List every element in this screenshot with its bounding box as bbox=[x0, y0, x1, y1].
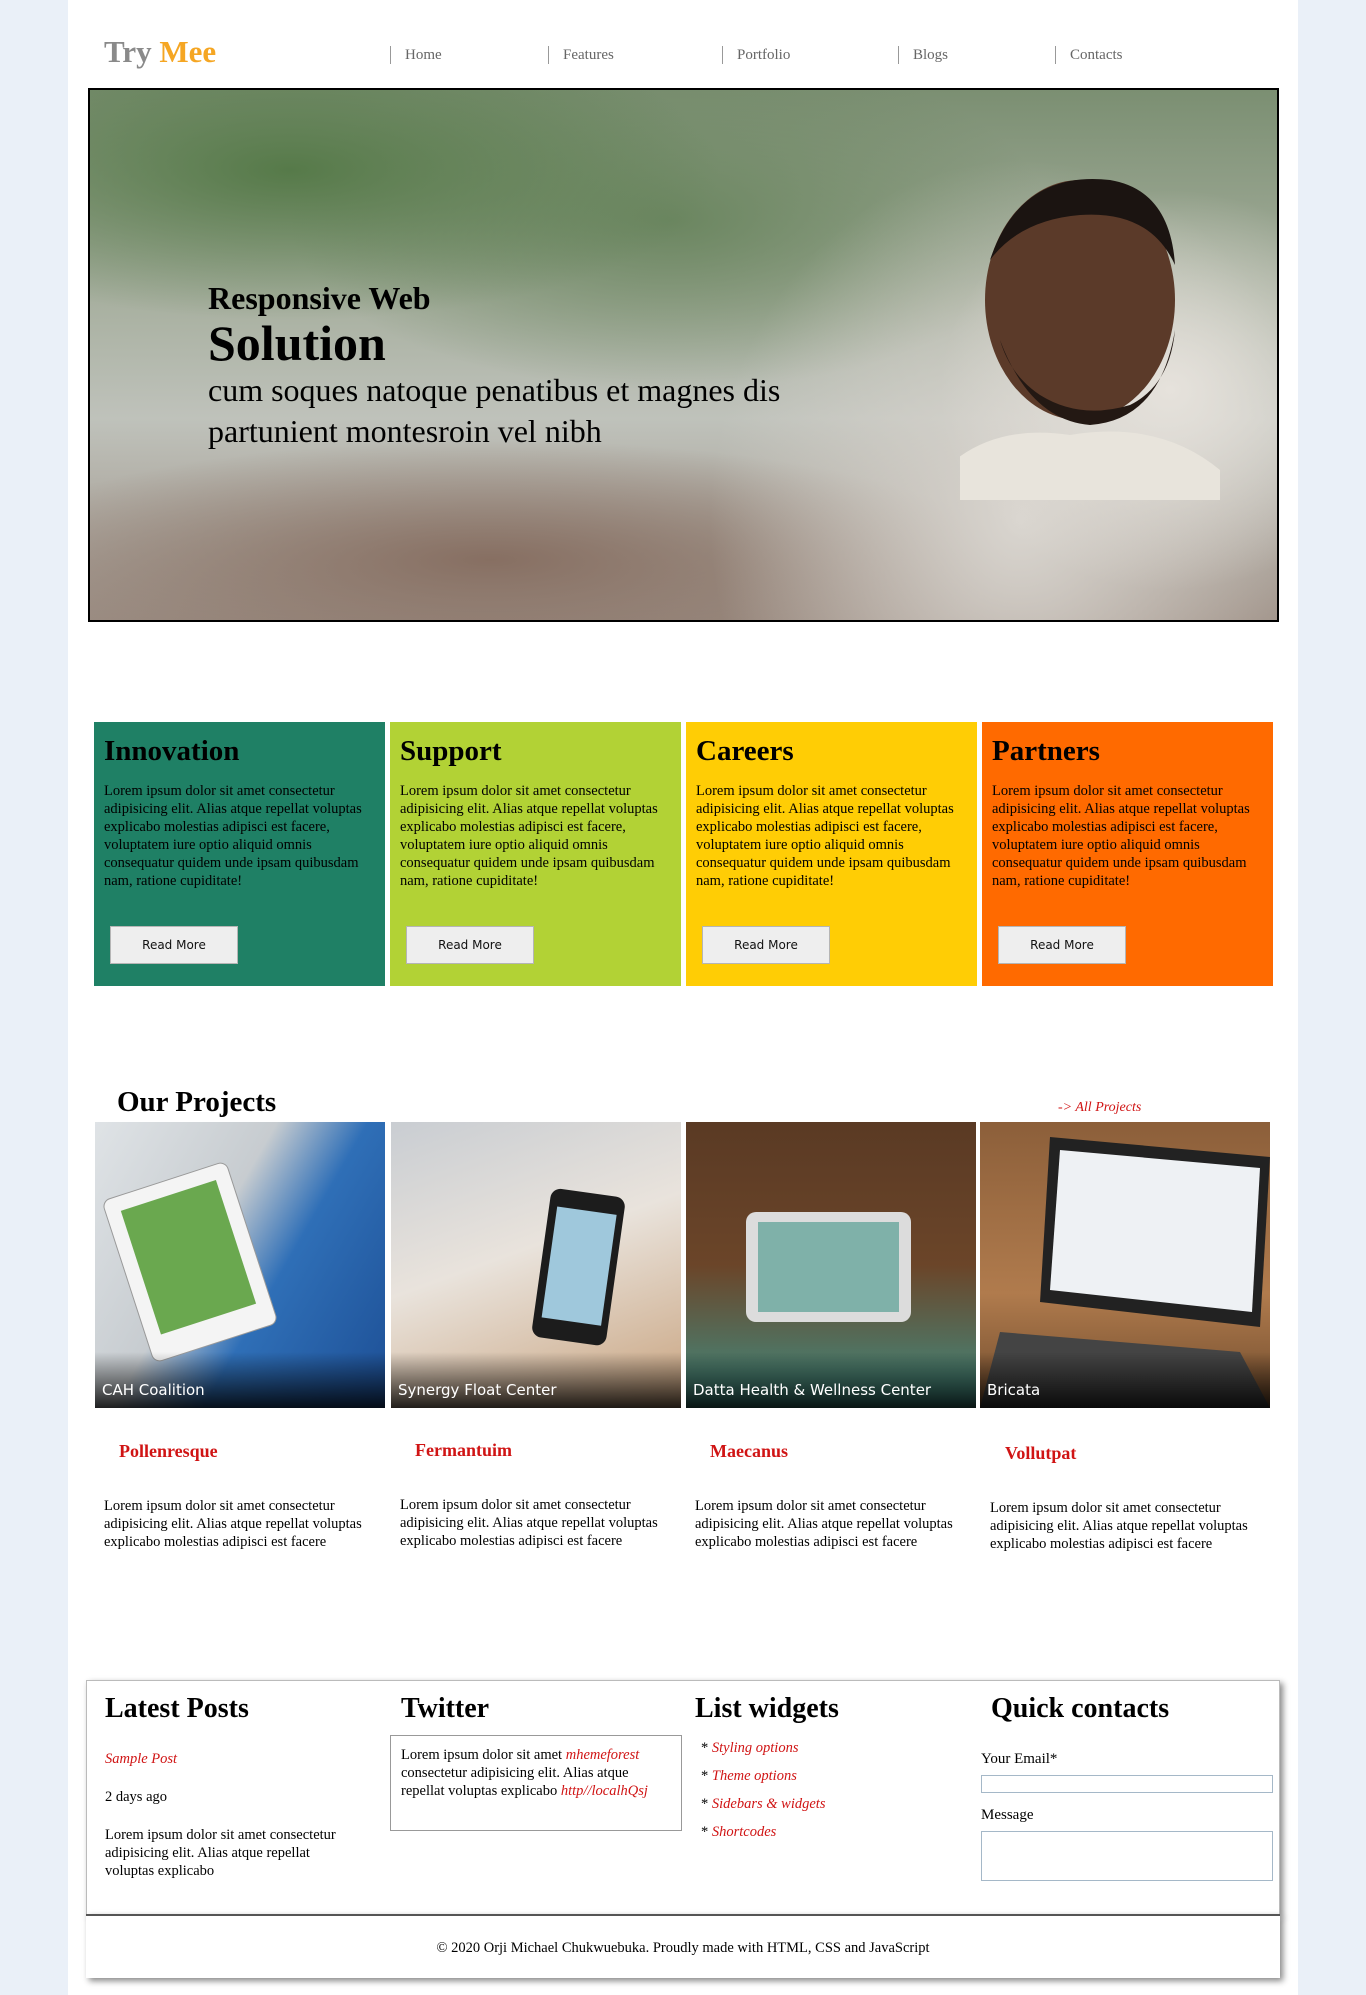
all-projects-link[interactable]: -> All Projects bbox=[1058, 1100, 1141, 1116]
project-name[interactable]: Vollutpat bbox=[1005, 1443, 1076, 1464]
hero-tagline: cum soques natoque penatibus et magnes d… bbox=[208, 372, 781, 449]
read-more-button[interactable]: Read More bbox=[702, 926, 830, 964]
hero-banner: Responsive Web Solution cum soques natoq… bbox=[88, 88, 1279, 622]
project-image-1[interactable]: CAH Coalition bbox=[95, 1122, 385, 1408]
list-link[interactable]: Theme options bbox=[712, 1768, 797, 1784]
quick-contacts-title: Quick contacts bbox=[991, 1693, 1170, 1724]
nav-portfolio[interactable]: Portfolio bbox=[722, 46, 790, 64]
page-footer: © 2020 Orji Michael Chukwuebuka. Proudly… bbox=[86, 1914, 1280, 1978]
feature-text: Lorem ipsum dolor sit amet consectetur a… bbox=[992, 783, 1250, 889]
email-field[interactable] bbox=[981, 1775, 1273, 1793]
nav-home[interactable]: Home bbox=[390, 46, 442, 64]
project-image-3[interactable]: Datta Health & Wellness Center bbox=[686, 1122, 976, 1408]
list-link[interactable]: Styling options bbox=[712, 1740, 799, 1756]
list-item: * Styling options bbox=[701, 1740, 799, 1756]
project-description: Lorem ipsum dolor sit amet consectetur a… bbox=[400, 1497, 658, 1549]
feature-partners: Partners Lorem ipsum dolor sit amet cons… bbox=[982, 722, 1273, 986]
feature-text: Lorem ipsum dolor sit amet consectetur a… bbox=[696, 783, 954, 889]
project-name[interactable]: Fermantuim bbox=[415, 1440, 512, 1461]
list-item: * Sidebars & widgets bbox=[701, 1796, 826, 1812]
project-description: Lorem ipsum dolor sit amet consectetur a… bbox=[695, 1498, 953, 1550]
feature-careers: Careers Lorem ipsum dolor sit amet conse… bbox=[686, 722, 977, 986]
hero-heading-small: Responsive Web bbox=[208, 280, 431, 316]
list-item: * Shortcodes bbox=[701, 1824, 777, 1840]
latest-posts-title: Latest Posts bbox=[105, 1693, 249, 1724]
read-more-button[interactable]: Read More bbox=[998, 926, 1126, 964]
projects-title: Our Projects bbox=[117, 1086, 277, 1118]
nav-features[interactable]: Features bbox=[548, 46, 614, 64]
read-more-button[interactable]: Read More bbox=[110, 926, 238, 964]
list-widgets-title: List widgets bbox=[695, 1693, 839, 1724]
feature-title: Support bbox=[400, 735, 502, 767]
hero-person-image bbox=[960, 179, 1220, 500]
project-image-4[interactable]: Bricata bbox=[980, 1122, 1270, 1408]
hero-text: Responsive Web Solution cum soques natoq… bbox=[208, 280, 828, 452]
main-nav: Home Features Portfolio Blogs Contacts bbox=[0, 46, 1366, 68]
list-link[interactable]: Sidebars & widgets bbox=[712, 1796, 826, 1812]
message-field[interactable] bbox=[981, 1831, 1273, 1881]
project-description: Lorem ipsum dolor sit amet consectetur a… bbox=[104, 1498, 362, 1550]
post-excerpt: Lorem ipsum dolor sit amet consectetur a… bbox=[105, 1827, 336, 1879]
twitter-title: Twitter bbox=[401, 1693, 490, 1724]
tweet-handle-link[interactable]: mhemeforest bbox=[566, 1747, 640, 1763]
project-description: Lorem ipsum dolor sit amet consectetur a… bbox=[990, 1500, 1248, 1552]
list-widgets: * Styling options * Theme options * Side… bbox=[701, 1734, 825, 1846]
tweet-text: Lorem ipsum dolor sit amet bbox=[401, 1747, 566, 1763]
feature-text: Lorem ipsum dolor sit amet consectetur a… bbox=[104, 783, 362, 889]
list-link[interactable]: Shortcodes bbox=[712, 1824, 776, 1840]
project-name[interactable]: Pollenresque bbox=[119, 1441, 218, 1462]
feature-title: Careers bbox=[696, 735, 794, 767]
feature-title: Partners bbox=[992, 735, 1100, 767]
tweet-box: Lorem ipsum dolor sit amet mhemeforest c… bbox=[390, 1735, 682, 1831]
feature-innovation: Innovation Lorem ipsum dolor sit amet co… bbox=[94, 722, 385, 986]
project-name[interactable]: Maecanus bbox=[710, 1441, 788, 1462]
tweet-url-link[interactable]: http//localhQsj bbox=[561, 1783, 648, 1799]
hero-heading-large: Solution bbox=[208, 315, 386, 371]
email-label: Your Email* bbox=[981, 1751, 1058, 1767]
nav-contacts[interactable]: Contacts bbox=[1055, 46, 1123, 64]
feature-text: Lorem ipsum dolor sit amet consectetur a… bbox=[400, 783, 658, 889]
list-item: * Theme options bbox=[701, 1768, 797, 1784]
footer-widgets: Latest Posts Sample Post 2 days ago Lore… bbox=[86, 1680, 1280, 1916]
read-more-button[interactable]: Read More bbox=[406, 926, 534, 964]
project-caption: Bricata bbox=[987, 1381, 1041, 1399]
project-caption: Datta Health & Wellness Center bbox=[693, 1381, 932, 1399]
feature-boxes: Innovation Lorem ipsum dolor sit amet co… bbox=[94, 722, 1273, 986]
project-image-2[interactable]: Synergy Float Center bbox=[391, 1122, 681, 1408]
nav-blogs[interactable]: Blogs bbox=[898, 46, 948, 64]
project-caption: CAH Coalition bbox=[102, 1381, 205, 1399]
project-caption: Synergy Float Center bbox=[398, 1381, 557, 1399]
feature-support: Support Lorem ipsum dolor sit amet conse… bbox=[390, 722, 681, 986]
post-date: 2 days ago bbox=[105, 1789, 168, 1805]
message-label: Message bbox=[981, 1807, 1034, 1823]
feature-title: Innovation bbox=[104, 735, 240, 767]
sample-post-link[interactable]: Sample Post bbox=[105, 1751, 177, 1768]
